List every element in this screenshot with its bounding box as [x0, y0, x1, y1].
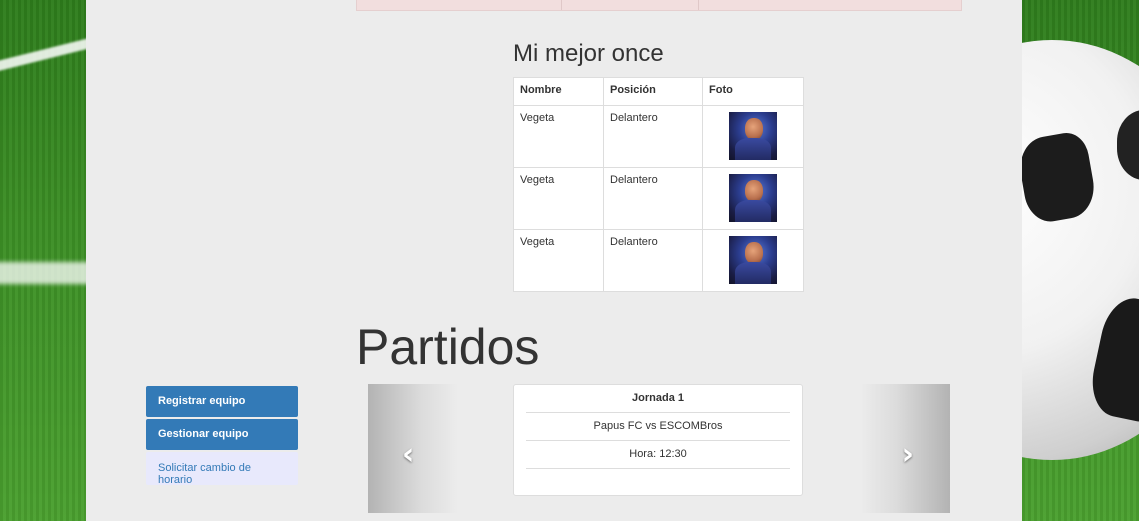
soccer-ball-image — [1022, 40, 1139, 460]
previous-table-row — [356, 0, 962, 11]
column-header-foto: Foto — [702, 77, 804, 106]
table-row: Vegeta Delantero — [513, 229, 804, 292]
request-schedule-change-button[interactable]: Solicitar cambio de horario — [146, 452, 298, 486]
player-photo — [729, 112, 777, 160]
sidebar-menu: Registrar equipo Gestionar equipo Solici… — [146, 386, 298, 487]
player-name: Vegeta — [513, 229, 604, 292]
column-header-posicion: Posición — [603, 77, 703, 106]
table-row: Vegeta Delantero — [513, 167, 804, 230]
match-teams: Papus FC vs ESCOMBros — [526, 413, 790, 441]
carousel-prev-control[interactable]: ‹ — [368, 384, 458, 513]
player-position: Delantero — [603, 167, 703, 230]
player-photo-cell — [702, 167, 804, 230]
player-position: Delantero — [603, 105, 703, 168]
table-header-row: Nombre Posición Foto — [513, 77, 804, 106]
player-photo-cell — [702, 229, 804, 292]
player-position: Delantero — [603, 229, 703, 292]
matches-title: Partidos — [356, 319, 540, 375]
player-name: Vegeta — [513, 105, 604, 168]
main-container: Mi mejor once Nombre Posición Foto Veget… — [86, 0, 1022, 521]
best-eleven-title: Mi mejor once — [513, 40, 664, 67]
background-grass-right — [1022, 0, 1139, 521]
table-row: Vegeta Delantero — [513, 105, 804, 168]
carousel-next-control[interactable]: › — [860, 384, 950, 513]
register-team-button[interactable]: Registrar equipo — [146, 386, 298, 417]
player-photo — [729, 174, 777, 222]
player-photo — [729, 236, 777, 284]
player-photo-cell — [702, 105, 804, 168]
match-card: Jornada 1 Papus FC vs ESCOMBros Hora: 12… — [513, 384, 803, 496]
player-name: Vegeta — [513, 167, 604, 230]
matches-carousel: ‹ Jornada 1 Papus FC vs ESCOMBros Hora: … — [368, 384, 950, 513]
background-grass-left — [0, 0, 120, 521]
match-time: Hora: 12:30 — [526, 441, 790, 469]
chevron-right-icon[interactable]: › — [902, 440, 914, 470]
match-jornada: Jornada 1 — [526, 385, 790, 413]
best-eleven-table: Nombre Posición Foto Vegeta Delantero Ve… — [513, 77, 804, 292]
column-header-nombre: Nombre — [513, 77, 604, 106]
chevron-left-icon[interactable]: ‹ — [402, 440, 414, 470]
manage-team-button[interactable]: Gestionar equipo — [146, 419, 298, 450]
